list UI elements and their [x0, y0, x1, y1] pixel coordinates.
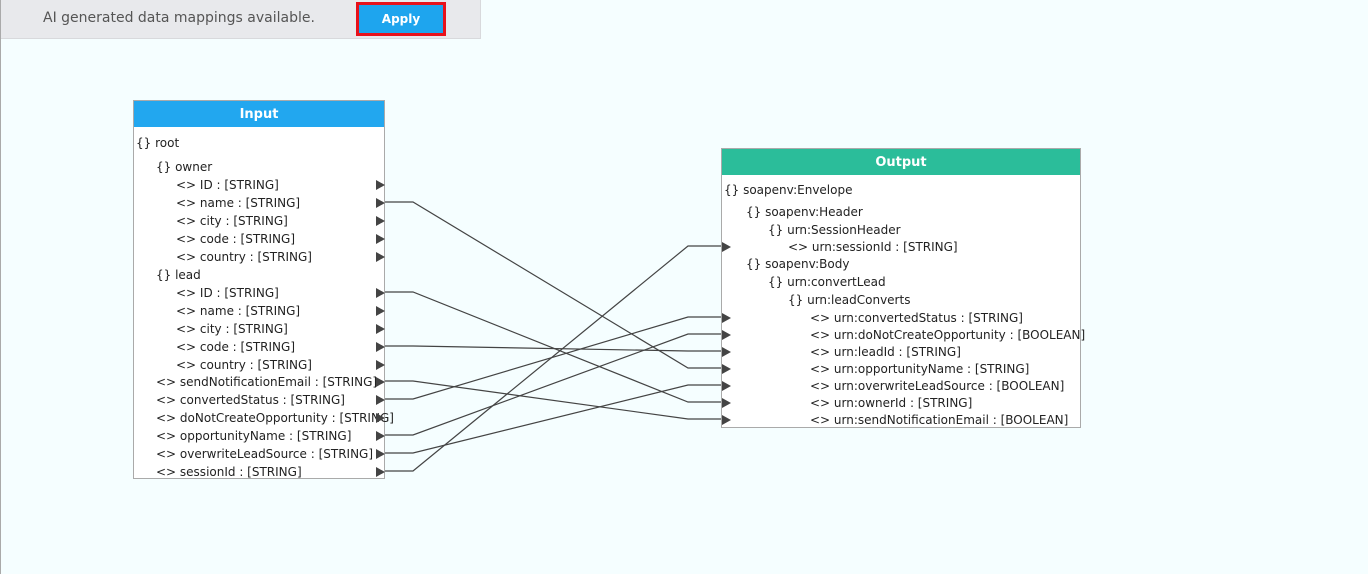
output-port-handle[interactable]: [376, 449, 385, 459]
input-field-row: <> doNotCreateOpportunity : [STRING]: [156, 411, 394, 425]
input-field-row: <> opportunityName : [STRING]: [156, 429, 352, 443]
output-panel-header: Output: [722, 149, 1080, 175]
output-port-handle[interactable]: [376, 288, 385, 298]
input-port-handle[interactable]: [722, 364, 731, 374]
output-port-handle[interactable]: [376, 467, 385, 477]
input-field-row: <> city : [STRING]: [176, 322, 288, 336]
input-field-row: <> name : [STRING]: [176, 304, 301, 318]
input-port-handle[interactable]: [722, 381, 731, 391]
output-field-row: <> urn:sendNotificationEmail : [BOOLEAN]: [810, 413, 1069, 427]
input-field-row: {} owner: [156, 160, 213, 174]
output-field-row: {} soapenv:Header: [746, 205, 863, 219]
output-field-row: <> urn:leadId : [STRING]: [810, 345, 961, 359]
output-field-row: {} urn:leadConverts: [788, 293, 911, 307]
output-field-row: {} urn:SessionHeader: [768, 223, 901, 237]
output-field-row: <> urn:doNotCreateOpportunity : [BOOLEAN…: [810, 328, 1086, 342]
output-field-row: <> urn:sessionId : [STRING]: [788, 240, 958, 254]
input-field-row: <> code : [STRING]: [176, 340, 295, 354]
output-port-handle[interactable]: [376, 180, 385, 190]
input-field-row: <> ID : [STRING]: [176, 286, 279, 300]
input-field-row: <> city : [STRING]: [176, 214, 288, 228]
output-field-row: <> urn:ownerId : [STRING]: [810, 396, 973, 410]
output-port-handle[interactable]: [376, 342, 385, 352]
output-port-handle[interactable]: [376, 306, 385, 316]
input-field-row: <> name : [STRING]: [176, 196, 301, 210]
output-port-handle[interactable]: [376, 234, 385, 244]
input-field-row: <> country : [STRING]: [176, 358, 312, 372]
output-port-handle[interactable]: [376, 413, 385, 423]
input-port-handle[interactable]: [722, 313, 731, 323]
input-field-row: <> country : [STRING]: [176, 250, 312, 264]
input-port-handle[interactable]: [722, 330, 731, 340]
output-field-row: {} soapenv:Envelope: [724, 183, 853, 197]
input-field-row: {} lead: [156, 268, 201, 282]
output-field-row: <> urn:opportunityName : [STRING]: [810, 362, 1030, 376]
output-field-row: <> urn:overwriteLeadSource : [BOOLEAN]: [810, 379, 1065, 393]
mapping-link[interactable]: [385, 201, 721, 369]
output-port-handle[interactable]: [376, 324, 385, 334]
output-port-handle[interactable]: [376, 252, 385, 262]
input-field-row: <> sessionId : [STRING]: [156, 465, 302, 479]
input-field-row: <> overwriteLeadSource : [STRING]: [156, 447, 374, 461]
input-schema-panel: Input {} root {} owner <> ID : [STRING] <> …: [133, 100, 394, 479]
input-field-row: <> ID : [STRING]: [176, 178, 279, 192]
input-field-row: <> convertedStatus : [STRING]: [156, 393, 345, 407]
input-field-row: {} root: [136, 136, 180, 150]
output-field-row: {} urn:convertLead: [768, 275, 886, 289]
output-port-handle[interactable]: [376, 216, 385, 226]
output-field-row: <> urn:convertedStatus : [STRING]: [810, 311, 1023, 325]
input-panel-header: Input: [134, 101, 384, 127]
input-field-row: <> sendNotificationEmail : [STRING]: [156, 375, 378, 389]
output-schema-panel: Output {} soapenv:Envelope {} soapenv:Hea…: [721, 148, 1085, 428]
output-field-row: {} soapenv:Body: [746, 257, 850, 271]
mapping-link[interactable]: [385, 245, 721, 472]
mapping-link[interactable]: [385, 345, 721, 352]
input-port-handle[interactable]: [722, 242, 731, 252]
input-port-handle[interactable]: [722, 347, 731, 357]
mapping-link[interactable]: [385, 380, 721, 420]
output-port-handle[interactable]: [376, 431, 385, 441]
input-field-row: <> code : [STRING]: [176, 232, 295, 246]
output-port-handle[interactable]: [376, 198, 385, 208]
output-port-handle[interactable]: [376, 377, 385, 387]
input-port-handle[interactable]: [722, 415, 731, 425]
input-port-handle[interactable]: [722, 398, 731, 408]
output-port-handle[interactable]: [376, 395, 385, 405]
output-port-handle[interactable]: [376, 360, 385, 370]
